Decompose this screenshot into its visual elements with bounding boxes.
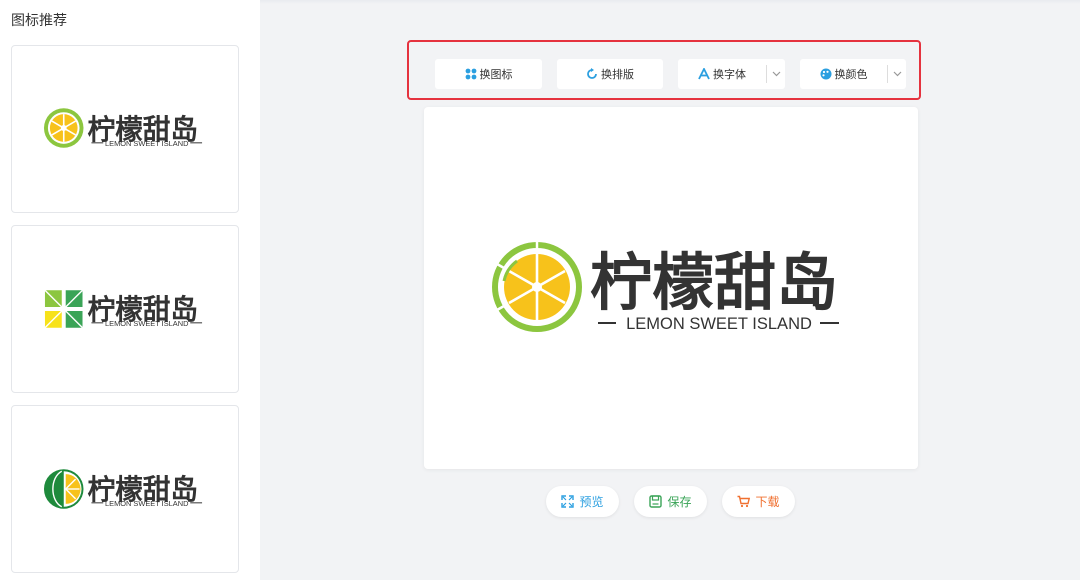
recommend-card-3[interactable]: 柠檬甜岛 LEMON SWEET ISLAND — [11, 405, 239, 573]
preview-button[interactable]: 预览 — [546, 486, 619, 517]
refresh-icon — [587, 68, 597, 79]
logo-canvas[interactable]: 柠檬甜岛 LEMON SWEET ISLAND — [424, 107, 918, 469]
sidebar: 图标推荐 柠檬甜岛 LEMON SWEET ISLAND 柠檬甜岛 LEMON … — [0, 0, 260, 580]
grid-dots-icon — [465, 68, 476, 80]
change-color-label: 换颜色 — [834, 68, 868, 81]
logo-preview: 柠檬甜岛 LEMON SWEET ISLAND — [43, 469, 203, 509]
brand-name-cn: 柠檬甜岛 — [590, 246, 838, 319]
download-button[interactable]: 下载 — [722, 486, 795, 517]
logo-preview: 柠檬甜岛 LEMON SWEET ISLAND — [43, 108, 203, 148]
change-font-label: 换字体 — [713, 68, 746, 81]
half-lemon-leaf-icon — [43, 469, 84, 509]
logo-preview: 柠檬甜岛 LEMON SWEET ISLAND — [44, 289, 203, 329]
font-a-icon — [698, 68, 710, 80]
color-dropdown-toggle[interactable] — [888, 59, 906, 89]
change-layout-button[interactable]: 换排版 — [557, 59, 663, 89]
brand-name-en: LEMON SWEET ISLAND — [105, 319, 188, 328]
recommend-card-2[interactable]: 柠檬甜岛 LEMON SWEET ISLAND — [11, 225, 239, 393]
recommend-card-1[interactable]: 柠檬甜岛 LEMON SWEET ISLAND — [11, 45, 239, 213]
save-button[interactable]: 保存 — [634, 486, 707, 517]
change-icon-button[interactable]: 换图标 — [435, 59, 542, 89]
change-layout-label: 换排版 — [601, 68, 634, 81]
save-icon — [649, 495, 663, 508]
toolbar: 换图标 换排版 换字体 换颜色 — [407, 40, 921, 100]
font-dropdown-toggle[interactable] — [767, 59, 785, 89]
brand-name-en: LEMON SWEET ISLAND — [105, 499, 188, 508]
save-label: 保存 — [667, 495, 692, 509]
lemon-slice-icon — [492, 241, 582, 332]
change-font-button[interactable]: 换字体 — [678, 59, 785, 89]
logo-main: 柠檬甜岛 LEMON SWEET ISLAND — [492, 241, 839, 333]
expand-icon — [561, 495, 575, 508]
sidebar-title: 图标推荐 — [11, 13, 67, 29]
lemon-slice-icon — [43, 108, 84, 148]
chevron-down-icon — [772, 71, 780, 77]
change-color-button[interactable]: 换颜色 — [800, 59, 906, 89]
download-label: 下载 — [755, 495, 780, 509]
brand-name-en: LEMON SWEET ISLAND — [626, 315, 812, 333]
top-strip — [260, 0, 1080, 4]
change-icon-label: 换图标 — [479, 68, 513, 81]
brand-name-en: LEMON SWEET ISLAND — [105, 139, 188, 148]
palette-icon — [820, 68, 831, 80]
four-leaf-icon — [44, 289, 84, 329]
preview-label: 预览 — [579, 495, 604, 509]
cart-icon — [737, 495, 751, 508]
chevron-down-icon — [893, 71, 901, 77]
